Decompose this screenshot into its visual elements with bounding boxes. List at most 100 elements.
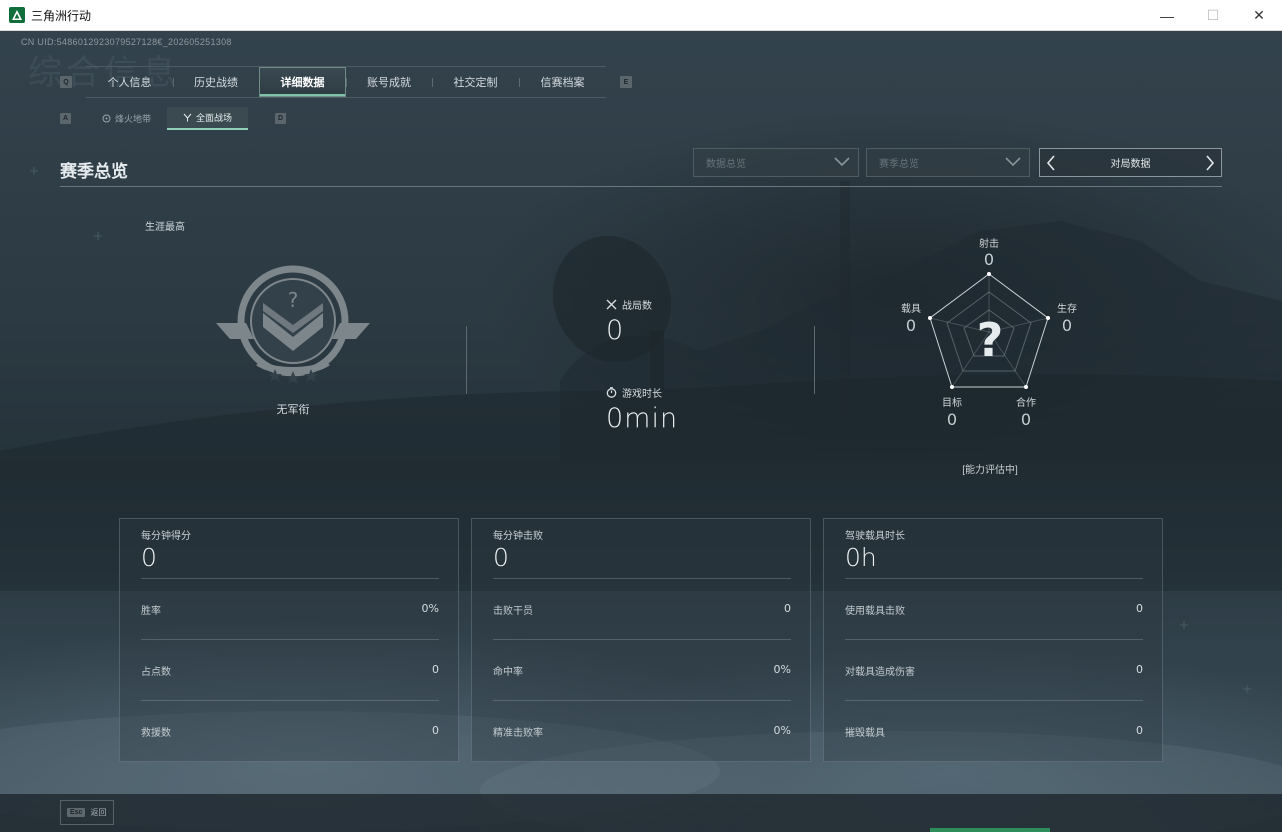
card-row-win-rate: 胜率 0% <box>141 602 439 617</box>
crossed-swords-icon <box>606 299 617 310</box>
playtime-stat: 游戏时长 0min <box>606 385 678 434</box>
row-label: 击败干员 <box>493 606 533 617</box>
chevron-down-icon <box>834 157 850 167</box>
data-type-dropdown-value: 数据总览 <box>706 159 746 170</box>
esc-key-hint: Esc <box>67 808 86 817</box>
section-divider <box>60 186 1222 187</box>
radar-vehicle-value: 0 <box>905 316 917 335</box>
row-value: 0 <box>432 724 439 737</box>
card-main-value: 0 <box>493 543 509 572</box>
row-value: 0 <box>1136 663 1143 676</box>
card-divider <box>845 639 1143 640</box>
overview-divider-right <box>814 326 815 394</box>
window-title: 三角洲行动 <box>31 8 92 23</box>
row-value: 0% <box>773 663 791 676</box>
season-dropdown-value: 赛季总览 <box>879 159 919 170</box>
matches-stat: 战局数 0 <box>606 297 652 346</box>
radar-vehicle-label: 载具 <box>901 304 921 315</box>
card-divider <box>845 700 1143 701</box>
vehicle-time-card: 驾驶载具时长 0h 使用载具击败 0 对载具造成伤害 0 摧毁载具 0 <box>823 518 1163 762</box>
game-viewport: CN UID:5486012923079527128€_202605251308… <box>0 31 1282 832</box>
data-type-dropdown[interactable]: 数据总览 <box>693 148 859 177</box>
row-label: 救援数 <box>141 728 171 739</box>
card-row-vehicle-kills: 使用载具击败 0 <box>845 602 1143 617</box>
career-high-label: 生涯最高 <box>145 222 185 233</box>
overview-divider-left <box>466 326 467 394</box>
back-button[interactable]: Esc 返回 <box>60 800 114 825</box>
tab-personal-info[interactable]: 个人信息 <box>86 67 173 97</box>
card-row-accuracy: 命中率 0% <box>493 663 791 678</box>
tab-social-custom[interactable]: 社交定制 <box>432 67 519 97</box>
card-main-value: 0h <box>845 543 877 572</box>
radar-shooting-label: 射击 <box>979 239 999 250</box>
chevron-down-icon <box>1005 157 1021 167</box>
tab-achievements[interactable]: 账号成就 <box>346 67 432 97</box>
kills-per-minute-card: 每分钟击败 0 击败干员 0 命中率 0% 精准击败率 0% <box>471 518 811 762</box>
row-label: 对载具造成伤害 <box>845 667 915 678</box>
next-tab-key-hint[interactable]: E <box>620 76 632 88</box>
row-value: 0% <box>421 602 439 615</box>
row-label: 胜率 <box>141 606 161 617</box>
subtab-operations-label: 烽火地带 <box>115 114 152 124</box>
card-divider <box>845 578 1143 579</box>
main-tab-bar: 个人信息 历史战绩 详细数据 账号成就 社交定制 信赛档案 <box>86 66 606 98</box>
next-subtab-key-hint[interactable]: D <box>275 113 286 124</box>
svg-text:?: ? <box>288 288 299 312</box>
playtime-value: 0min <box>606 403 679 434</box>
rank-badge-icon: ? <box>216 265 370 383</box>
score-per-minute-card: 每分钟得分 0 胜率 0% 占点数 0 救援数 0 <box>119 518 459 762</box>
app-logo-icon <box>9 7 25 23</box>
pager-label: 对局数据 <box>1110 159 1151 170</box>
card-row-operator-kills: 击败干员 0 <box>493 602 791 617</box>
card-divider <box>493 700 791 701</box>
prev-subtab-key-hint[interactable]: A <box>60 113 71 124</box>
row-label: 摧毁载具 <box>845 728 885 739</box>
card-main-value: 0 <box>141 543 157 572</box>
section-title: 赛季总览 <box>60 162 128 181</box>
card-title: 每分钟击败 <box>493 531 543 542</box>
row-label: 占点数 <box>141 667 171 678</box>
row-label: 使用载具击败 <box>845 606 905 617</box>
tab-match-history[interactable]: 历史战绩 <box>173 67 259 97</box>
row-label: 命中率 <box>493 667 523 678</box>
svg-text:?: ? <box>977 313 1004 367</box>
minimize-button[interactable]: — <box>1144 0 1190 31</box>
prev-tab-key-hint[interactable]: Q <box>60 76 72 88</box>
card-divider <box>141 578 439 579</box>
chevron-left-icon[interactable] <box>1046 155 1056 171</box>
tab-profile-archive[interactable]: 信赛档案 <box>519 67 606 97</box>
row-value: 0% <box>773 724 791 737</box>
chevron-right-icon[interactable] <box>1205 155 1215 171</box>
bottom-bar: Esc 返回 <box>0 794 1282 832</box>
radar-objective-label: 目标 <box>942 398 962 409</box>
radar-teamwork-value: 0 <box>1020 410 1032 429</box>
stopwatch-icon <box>606 387 617 398</box>
card-row-vehicles-destroyed: 摧毁载具 0 <box>845 724 1143 739</box>
radar-teamwork-label: 合作 <box>1016 398 1036 409</box>
subtab-warfare[interactable]: 全面战场 <box>167 107 249 130</box>
card-divider <box>493 578 791 579</box>
card-row-rescues: 救援数 0 <box>141 724 439 739</box>
warfare-icon <box>183 113 192 122</box>
card-title: 每分钟得分 <box>141 531 191 542</box>
subtab-operations[interactable]: 烽火地带 <box>86 107 167 130</box>
season-dropdown[interactable]: 赛季总览 <box>866 148 1030 177</box>
card-divider <box>141 639 439 640</box>
row-value: 0 <box>784 602 791 615</box>
row-label: 精准击败率 <box>493 728 543 739</box>
radar-status: [能力评估中] <box>962 465 1018 476</box>
window-titlebar: 三角洲行动 — ☐ ✕ <box>0 0 1282 31</box>
row-value: 0 <box>1136 602 1143 615</box>
row-value: 0 <box>1136 724 1143 737</box>
rank-name: 无军衔 <box>276 404 310 416</box>
operations-icon <box>102 114 111 123</box>
card-row-vehicle-damage: 对载具造成伤害 0 <box>845 663 1143 678</box>
tab-detailed-data[interactable]: 详细数据 <box>259 67 346 97</box>
sub-tab-bar: 烽火地带 全面战场 <box>86 107 249 130</box>
maximize-button[interactable]: ☐ <box>1190 0 1236 31</box>
matches-value: 0 <box>606 315 625 346</box>
row-value: 0 <box>432 663 439 676</box>
playtime-label: 游戏时长 <box>622 389 662 400</box>
close-button[interactable]: ✕ <box>1236 0 1282 31</box>
card-row-precision-kill-rate: 精准击败率 0% <box>493 724 791 739</box>
